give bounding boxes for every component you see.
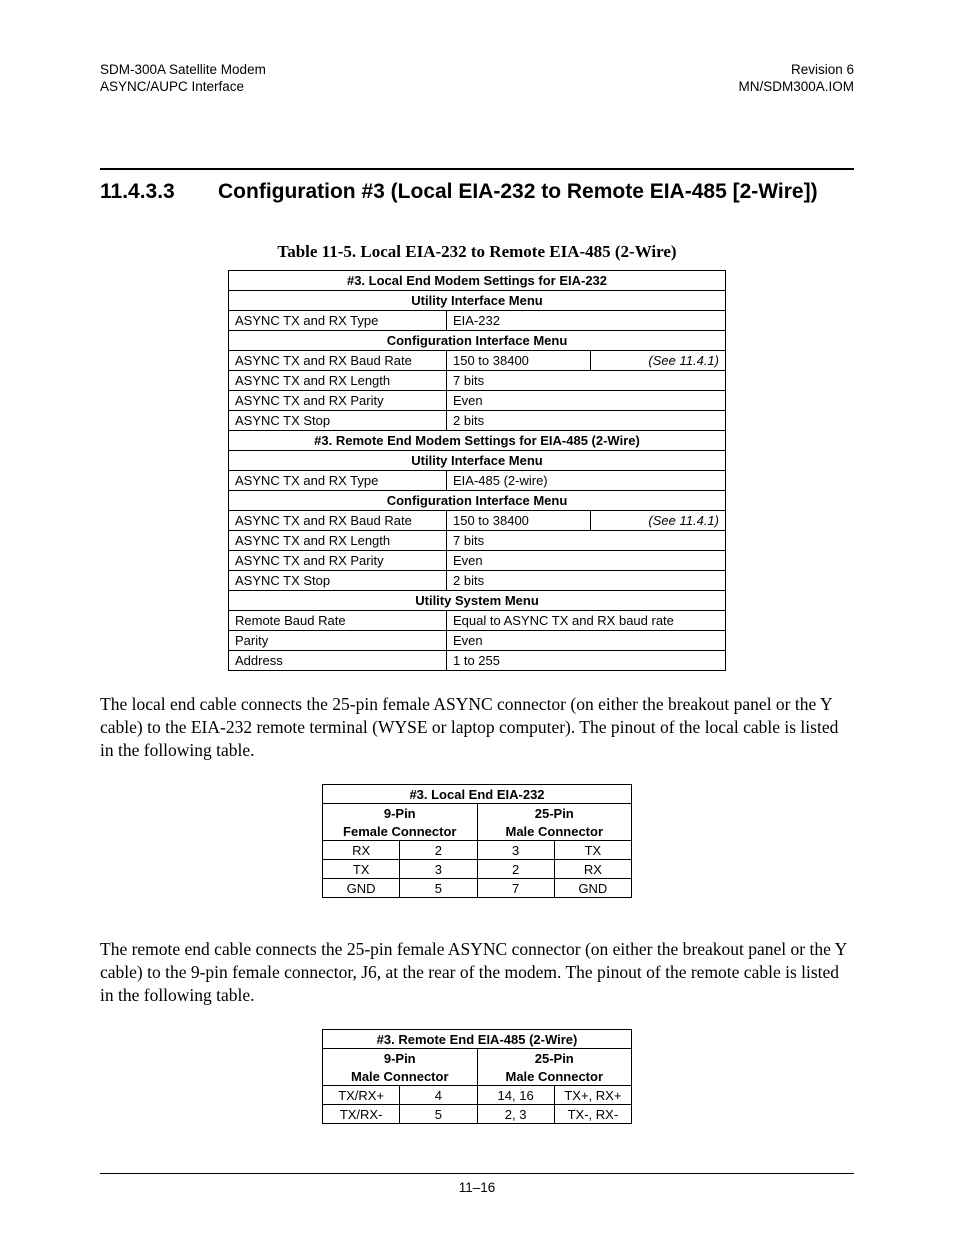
table-cell: 7 bits	[447, 370, 726, 390]
table-row: Configuration Interface Menu	[229, 330, 726, 350]
header-left: SDM-300A Satellite Modem ASYNC/AUPC Inte…	[100, 62, 266, 96]
table-cell: RX	[323, 841, 400, 860]
page-header: SDM-300A Satellite Modem ASYNC/AUPC Inte…	[100, 62, 854, 96]
section-number: 11.4.3.3	[100, 180, 218, 204]
table-cell: ASYNC TX and RX Baud Rate	[229, 510, 447, 530]
table-cell: Even	[447, 390, 726, 410]
table-cell-ref: (See 11.4.1)	[590, 350, 725, 370]
table-cell: ASYNC TX and RX Type	[229, 310, 447, 330]
table-head: Male Connector	[477, 1067, 632, 1086]
table-cell: 2, 3	[477, 1105, 554, 1124]
table-row: Utility System Menu	[229, 590, 726, 610]
table-cell: TX	[323, 860, 400, 879]
table-row: Configuration Interface Menu	[229, 490, 726, 510]
page-footer: 11–16	[0, 1173, 954, 1195]
table-cell: Address	[229, 650, 447, 670]
table-cell: 3	[477, 841, 554, 860]
table-cell-ref: (See 11.4.1)	[590, 510, 725, 530]
table-cell: Remote Baud Rate	[229, 610, 447, 630]
table-caption: Table 11-5. Local EIA-232 to Remote EIA-…	[100, 242, 854, 262]
table-row: #3. Local End Modem Settings for EIA-232	[229, 270, 726, 290]
table-cell: 1 to 255	[447, 650, 726, 670]
header-revision: Revision 6	[738, 62, 854, 79]
pinout-remote-table: #3. Remote End EIA-485 (2-Wire) 9-Pin 25…	[322, 1029, 632, 1124]
table-cell: EIA-485 (2-wire)	[447, 470, 726, 490]
table-cell: GND	[554, 879, 631, 898]
section-heading: 11.4.3.3Configuration #3 (Local EIA-232 …	[100, 180, 854, 204]
table-head: 9-Pin	[323, 804, 478, 823]
table-cell: TX/RX+	[323, 1086, 400, 1105]
paragraph: The local end cable connects the 25-pin …	[100, 693, 854, 762]
paragraph: The remote end cable connects the 25-pin…	[100, 938, 854, 1007]
table-cell: 2 bits	[447, 570, 726, 590]
table-head: Male Connector	[323, 1067, 478, 1086]
table-cell: TX+, RX+	[554, 1086, 631, 1105]
table-head: Female Connector	[323, 822, 478, 841]
table-cell: ASYNC TX Stop	[229, 570, 447, 590]
table-head: Male Connector	[477, 822, 632, 841]
table-cell: ASYNC TX Stop	[229, 410, 447, 430]
table-cell: ASYNC TX and RX Length	[229, 530, 447, 550]
table-cell: TX	[554, 841, 631, 860]
table-cell: TX-, RX-	[554, 1105, 631, 1124]
table-row: Utility Interface Menu	[229, 290, 726, 310]
table-row: #3. Local End EIA-232	[323, 785, 632, 804]
table-cell: ASYNC TX and RX Baud Rate	[229, 350, 447, 370]
table-cell: RX	[554, 860, 631, 879]
table-cell: ASYNC TX and RX Type	[229, 470, 447, 490]
table-cell: 2 bits	[447, 410, 726, 430]
page-number: 11–16	[0, 1180, 954, 1195]
settings-table: #3. Local End Modem Settings for EIA-232…	[228, 270, 726, 671]
table-cell: TX/RX-	[323, 1105, 400, 1124]
table-cell: Even	[447, 550, 726, 570]
table-cell: 2	[400, 841, 477, 860]
table-row: #3. Remote End EIA-485 (2-Wire)	[323, 1030, 632, 1049]
pinout-local-table: #3. Local End EIA-232 9-Pin 25-Pin Femal…	[322, 784, 632, 898]
table-cell: 150 to 38400	[447, 350, 591, 370]
header-product: SDM-300A Satellite Modem	[100, 62, 266, 79]
table-cell: 2	[477, 860, 554, 879]
table-cell: 3	[400, 860, 477, 879]
table-cell: 4	[400, 1086, 477, 1105]
table-cell: Equal to ASYNC TX and RX baud rate	[447, 610, 726, 630]
section-title: Configuration #3 (Local EIA-232 to Remot…	[218, 180, 818, 203]
table-head: 9-Pin	[323, 1049, 478, 1068]
table-head: 25-Pin	[477, 804, 632, 823]
table-head: 25-Pin	[477, 1049, 632, 1068]
header-docnum: MN/SDM300A.IOM	[738, 79, 854, 96]
table-cell: 5	[400, 1105, 477, 1124]
table-cell: GND	[323, 879, 400, 898]
divider	[100, 168, 854, 170]
table-cell: 7	[477, 879, 554, 898]
table-cell: 5	[400, 879, 477, 898]
table-row: #3. Remote End Modem Settings for EIA-48…	[229, 430, 726, 450]
footer-rule	[100, 1173, 854, 1174]
table-cell: ASYNC TX and RX Parity	[229, 550, 447, 570]
table-row: Utility Interface Menu	[229, 450, 726, 470]
table-cell: 7 bits	[447, 530, 726, 550]
header-right: Revision 6 MN/SDM300A.IOM	[738, 62, 854, 96]
table-cell: Parity	[229, 630, 447, 650]
page: SDM-300A Satellite Modem ASYNC/AUPC Inte…	[0, 0, 954, 1235]
table-cell: EIA-232	[447, 310, 726, 330]
table-cell: Even	[447, 630, 726, 650]
table-cell: 14, 16	[477, 1086, 554, 1105]
table-cell: ASYNC TX and RX Parity	[229, 390, 447, 410]
table-cell: ASYNC TX and RX Length	[229, 370, 447, 390]
table-cell: 150 to 38400	[447, 510, 591, 530]
header-section: ASYNC/AUPC Interface	[100, 79, 266, 96]
